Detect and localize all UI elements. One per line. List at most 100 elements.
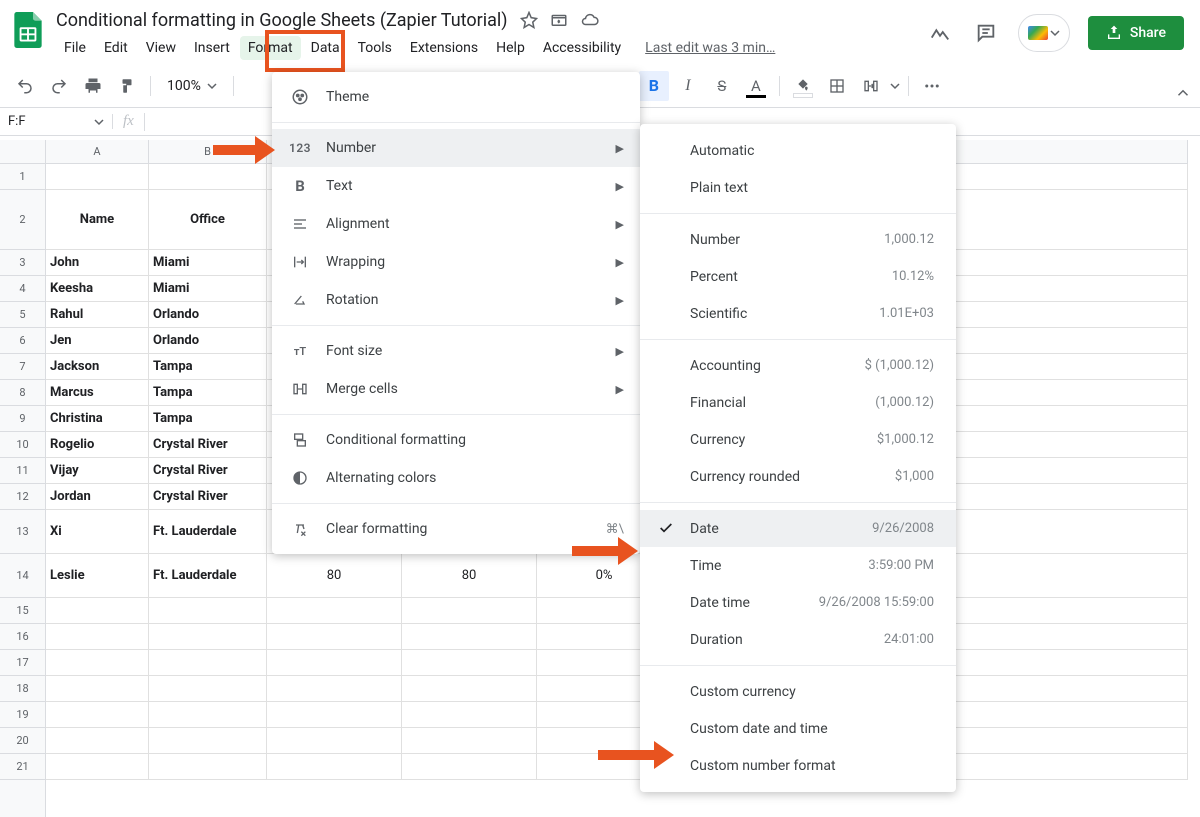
row-header[interactable]: 17 — [0, 650, 45, 676]
fill-color-icon[interactable] — [788, 71, 818, 101]
row-header[interactable]: 1 — [0, 164, 45, 190]
menu-extensions[interactable]: Extensions — [402, 36, 486, 60]
row-header[interactable]: 14 — [0, 554, 45, 598]
document-title[interactable]: Conditional formatting in Google Sheets … — [56, 10, 508, 31]
cell[interactable]: Christina — [46, 406, 149, 431]
merge-dropdown-icon[interactable] — [890, 81, 900, 91]
col-header[interactable]: A — [46, 140, 149, 163]
paint-format-icon[interactable] — [112, 71, 142, 101]
more-icon[interactable] — [917, 71, 947, 101]
row-header[interactable]: 15 — [0, 598, 45, 624]
select-all-corner[interactable] — [0, 140, 46, 164]
row-header[interactable]: 8 — [0, 380, 45, 406]
cell[interactable] — [46, 728, 149, 753]
cell[interactable]: Xi — [46, 510, 149, 553]
cell[interactable]: Tampa — [149, 380, 267, 405]
cell[interactable] — [267, 598, 402, 623]
menu-clear-formatting[interactable]: Clear formatting⌘\ — [272, 510, 640, 548]
cell[interactable]: Crystal River — [149, 484, 267, 509]
cell[interactable]: Name — [46, 190, 149, 249]
menu-currency-rounded[interactable]: Currency rounded$1,000 — [640, 458, 956, 495]
row-header[interactable]: 3 — [0, 250, 45, 276]
menu-accessibility[interactable]: Accessibility — [535, 36, 629, 60]
cell[interactable]: Miami — [149, 276, 267, 301]
cell[interactable] — [267, 676, 402, 701]
row-header[interactable]: 5 — [0, 302, 45, 328]
menu-file[interactable]: File — [56, 36, 94, 60]
cell[interactable]: Orlando — [149, 302, 267, 327]
menu-percent[interactable]: Percent10.12% — [640, 258, 956, 295]
menu-date-time[interactable]: Date time9/26/2008 15:59:00 — [640, 584, 956, 621]
zoom-dropdown[interactable]: 100% — [159, 78, 225, 94]
menu-insert[interactable]: Insert — [186, 36, 238, 60]
text-color-icon[interactable]: A — [741, 71, 771, 101]
strikethrough-icon[interactable]: S — [707, 71, 737, 101]
row-header[interactable]: 2 — [0, 190, 45, 250]
menu-text[interactable]: BText▶ — [272, 167, 640, 205]
meet-button[interactable] — [1018, 14, 1070, 52]
row-header[interactable]: 6 — [0, 328, 45, 354]
menu-alternating-colors[interactable]: Alternating colors — [272, 459, 640, 497]
menu-format[interactable]: Format — [240, 36, 301, 60]
cell[interactable] — [149, 164, 267, 189]
cell[interactable] — [149, 598, 267, 623]
cell[interactable]: 80 — [267, 554, 402, 597]
cell[interactable] — [149, 650, 267, 675]
cell[interactable]: Jackson — [46, 354, 149, 379]
cell[interactable] — [402, 728, 537, 753]
menu-time[interactable]: Time3:59:00 PM — [640, 547, 956, 584]
menu-custom-number-format[interactable]: Custom number format — [640, 747, 956, 784]
cell[interactable] — [46, 676, 149, 701]
menu-accounting[interactable]: Accounting$ (1,000.12) — [640, 347, 956, 384]
cloud-icon[interactable] — [580, 11, 600, 29]
name-box[interactable]: F:F — [0, 114, 113, 129]
cell[interactable] — [402, 702, 537, 727]
cell[interactable] — [46, 164, 149, 189]
menu-custom-date-time[interactable]: Custom date and time — [640, 710, 956, 747]
row-header[interactable]: 21 — [0, 754, 45, 780]
cell[interactable] — [267, 650, 402, 675]
last-edit-link[interactable]: Last edit was 3 min… — [645, 40, 775, 56]
cell[interactable]: John — [46, 250, 149, 275]
print-icon[interactable] — [78, 71, 108, 101]
cell[interactable] — [149, 754, 267, 779]
cell[interactable]: Jen — [46, 328, 149, 353]
row-header[interactable]: 9 — [0, 406, 45, 432]
row-header[interactable]: 19 — [0, 702, 45, 728]
cell[interactable] — [149, 676, 267, 701]
cell[interactable] — [267, 702, 402, 727]
cell[interactable] — [46, 650, 149, 675]
menu-theme[interactable]: Theme — [272, 78, 640, 116]
cell[interactable] — [46, 624, 149, 649]
cell[interactable] — [46, 702, 149, 727]
cell[interactable]: Office — [149, 190, 267, 249]
cell[interactable]: Tampa — [149, 354, 267, 379]
cell[interactable] — [267, 624, 402, 649]
cell[interactable] — [402, 650, 537, 675]
cell[interactable] — [402, 624, 537, 649]
bold-icon[interactable]: B — [639, 71, 669, 101]
menu-currency[interactable]: Currency$1,000.12 — [640, 421, 956, 458]
merge-icon[interactable] — [856, 71, 886, 101]
cell[interactable]: Marcus — [46, 380, 149, 405]
cell[interactable]: Crystal River — [149, 432, 267, 457]
cell[interactable]: Vijay — [46, 458, 149, 483]
comments-icon[interactable] — [972, 19, 1000, 47]
cell[interactable]: Rahul — [46, 302, 149, 327]
row-header[interactable]: 11 — [0, 458, 45, 484]
menu-alignment[interactable]: Alignment▶ — [272, 205, 640, 243]
cell[interactable]: Keesha — [46, 276, 149, 301]
menu-data[interactable]: Data — [303, 36, 348, 60]
cell[interactable] — [149, 624, 267, 649]
menu-help[interactable]: Help — [488, 36, 533, 60]
cell[interactable]: Rogelio — [46, 432, 149, 457]
menu-scientific[interactable]: Scientific1.01E+03 — [640, 295, 956, 332]
cell[interactable]: Ft. Lauderdale — [149, 510, 267, 553]
move-icon[interactable] — [550, 11, 568, 29]
menu-view[interactable]: View — [138, 36, 184, 60]
italic-icon[interactable]: I — [673, 71, 703, 101]
sheets-logo[interactable] — [8, 10, 48, 50]
star-icon[interactable] — [520, 11, 538, 29]
menu-duration[interactable]: Duration24:01:00 — [640, 621, 956, 658]
share-button[interactable]: Share — [1088, 16, 1184, 50]
